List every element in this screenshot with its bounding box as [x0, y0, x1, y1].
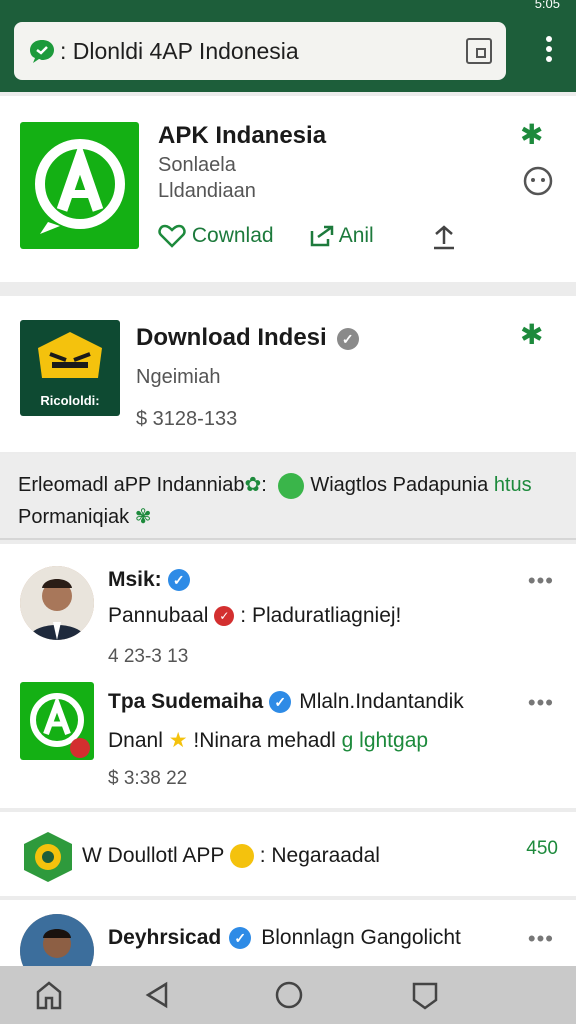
banner-text-b: : — [261, 474, 273, 496]
tab-switcher-icon[interactable] — [466, 38, 492, 64]
post-author-name: Msik: — [108, 568, 162, 591]
back-icon[interactable] — [142, 980, 172, 1010]
last-post: Deyhrsicad ✓ Blonnlagn Gangolicht ••• — [0, 900, 576, 970]
post-text: Blonnlagn Gangolicht — [261, 926, 461, 949]
avatar[interactable] — [20, 914, 94, 970]
flower-icon: ✾ — [134, 506, 152, 528]
favorite-star-icon[interactable]: ✱ — [520, 118, 543, 151]
post-author[interactable]: Deyhrsicad ✓ Blonnlagn Gangolicht — [108, 926, 461, 950]
banner-link[interactable]: htus — [494, 474, 532, 496]
globe-icon — [278, 472, 305, 499]
post-more-icon[interactable]: ••• — [528, 568, 554, 594]
face-icon[interactable] — [522, 166, 554, 196]
heart-icon — [158, 225, 186, 249]
featured-logo[interactable]: Ricololdi: — [20, 320, 120, 416]
featured-title-row[interactable]: Download Indesi ✓ — [136, 324, 359, 352]
featured-logo-text: Ricololdi: — [40, 393, 100, 408]
post-text-c[interactable]: g lghtgap — [342, 729, 428, 752]
post-author[interactable]: Tpa Sudemaiha ✓ Mlaln.Indantandik — [108, 690, 464, 714]
post-author-name: Tpa Sudemaiha — [108, 690, 264, 713]
verified-icon: ✓ — [269, 691, 292, 714]
forward-icon — [310, 226, 334, 247]
verified-icon: ✓ — [167, 569, 190, 592]
banner-line-2: Pormaniqiak ✾ — [18, 504, 152, 529]
app-logo[interactable] — [20, 122, 139, 249]
post-text: Dnanl ★ !Ninara mehadl g lghtgap — [108, 728, 428, 753]
verified-icon: ✓ — [336, 327, 359, 350]
app-title: APK Indanesia — [158, 122, 327, 149]
system-nav-bar — [0, 966, 576, 1024]
promo-text: W Doullotl APP : Negaraadal — [82, 844, 380, 869]
post-more-icon[interactable]: ••• — [528, 690, 554, 716]
post-text-a: Pannubaal — [108, 604, 209, 627]
post-text-a: Dnanl — [108, 729, 163, 752]
post-author-name: Deyhrsicad — [108, 926, 222, 949]
promo-text-a: W Doullotl APP — [82, 844, 225, 867]
check-badge-icon: ✓ — [214, 606, 235, 627]
status-bar: 5:05 — [0, 0, 576, 14]
verified-icon: ✓ — [229, 927, 252, 950]
url-bar[interactable]: : Dlonldi 4AP Indonesia — [14, 22, 506, 80]
post-text-b: !Ninara mehadl — [193, 729, 336, 752]
avatar[interactable] — [20, 566, 94, 640]
browser-toolbar: : Dlonldi 4AP Indonesia — [0, 14, 576, 92]
status-time: 5:05 — [534, 0, 560, 11]
yellow-robot-icon — [38, 332, 102, 378]
person-avatar-icon — [20, 914, 94, 970]
app-subtitle-1: Sonlaela — [158, 154, 236, 176]
promo-banner[interactable]: Erleomadl aPP Indanniab✿: Wiagtlos Padap… — [0, 454, 576, 540]
post-logo[interactable] — [20, 682, 94, 760]
banner-text-c: Wiagtlos Padapunia — [310, 474, 489, 496]
featured-card: Ricololdi: Download Indesi ✓ ✱ Ngeimiah $… — [0, 296, 576, 452]
featured-title: Download Indesi — [136, 324, 327, 351]
post-author-extra: Mlaln.Indantandik — [299, 690, 464, 713]
post-author[interactable]: Msik: ✓ — [108, 568, 190, 592]
post-text-b: : Pladuratliagniej! — [240, 604, 402, 627]
download-label: Cownlad — [191, 224, 274, 247]
home-circle-icon[interactable] — [274, 980, 304, 1010]
share-label: Anil — [338, 224, 374, 247]
emblem-icon — [24, 832, 72, 882]
url-text[interactable]: : Dlonldi 4AP Indonesia — [60, 38, 299, 65]
home-icon[interactable] — [34, 980, 64, 1010]
letter-a-logo-icon — [35, 139, 125, 234]
post-more-icon[interactable]: ••• — [528, 926, 554, 952]
posts-card: Msik: ✓ ••• Pannubaal ✓ : Pladuratliagniej… — [0, 544, 576, 808]
banner-text-2: Pormaniqiak — [18, 506, 130, 528]
banner-line-1: Erleomadl aPP Indanniab✿: Wiagtlos Padap… — [18, 472, 532, 499]
promo-text-b: : Negaraadal — [259, 844, 380, 867]
post-time: 4 23-3 13 — [108, 646, 189, 667]
recents-icon[interactable] — [410, 980, 440, 1010]
download-button[interactable]: Cownlad — [158, 224, 274, 249]
share-button[interactable]: Anil — [310, 224, 374, 248]
featured-price: $ 3128-133 — [136, 408, 238, 430]
app-subtitle-2: Lldandiaan — [158, 180, 256, 202]
overflow-menu-icon[interactable] — [546, 36, 554, 68]
promo-row[interactable]: W Doullotl APP : Negaraadal 450 — [0, 812, 576, 896]
chat-icon — [30, 40, 54, 63]
star-icon: ★ — [168, 729, 188, 752]
post-time: $ 3:38 22 — [108, 768, 188, 789]
app-card: APK Indanesia Sonlaela Lldandiaan ✱ Cown… — [0, 96, 576, 282]
banner-text-a: Erleomadl aPP Indanniab — [18, 474, 245, 496]
promo-count: 450 — [526, 838, 558, 859]
favorite-star-icon[interactable]: ✱ — [520, 318, 543, 351]
leaf-icon: ✿ — [244, 474, 262, 496]
letter-a-logo-icon — [30, 693, 90, 758]
post-text: Pannubaal ✓ : Pladuratliagniej! — [108, 604, 401, 628]
emoji-icon — [229, 844, 254, 869]
featured-subtitle: Ngeimiah — [136, 366, 221, 388]
upload-icon[interactable] — [430, 224, 458, 252]
person-avatar-icon — [20, 566, 94, 640]
